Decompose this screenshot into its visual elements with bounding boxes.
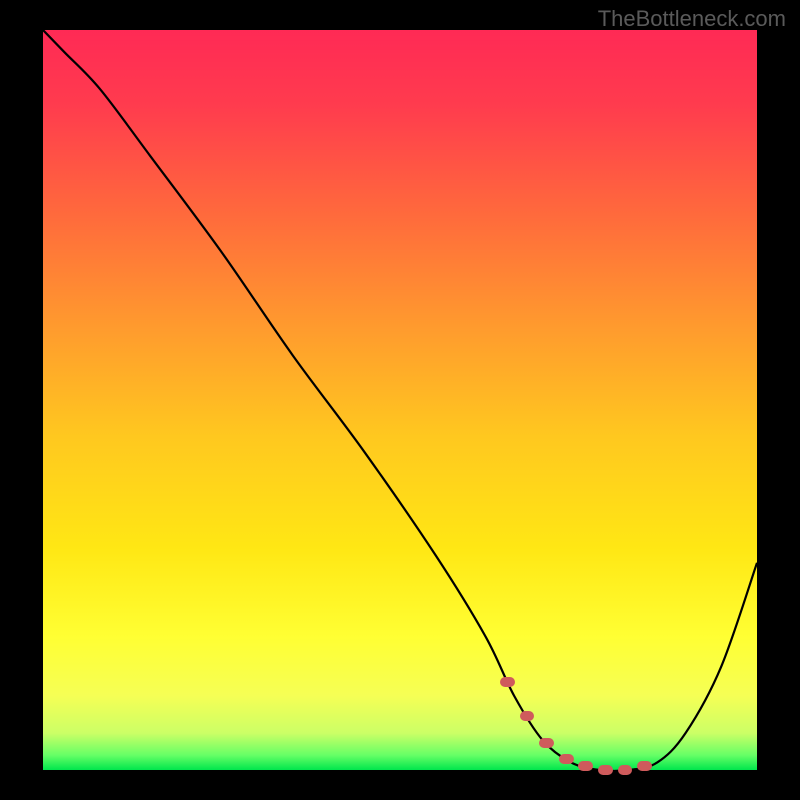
marker-segment — [598, 765, 613, 775]
plot-area — [43, 30, 757, 770]
marker-segment — [637, 761, 652, 771]
marker-segment — [618, 765, 633, 775]
marker-segment — [520, 711, 535, 721]
marker-segment — [500, 677, 515, 687]
marker-segment — [578, 761, 593, 771]
watermark-text: TheBottleneck.com — [598, 6, 786, 32]
optimal-range-marker — [500, 758, 657, 770]
marker-segment — [539, 738, 554, 748]
bottleneck-curve — [43, 30, 757, 770]
marker-segment — [559, 754, 574, 764]
